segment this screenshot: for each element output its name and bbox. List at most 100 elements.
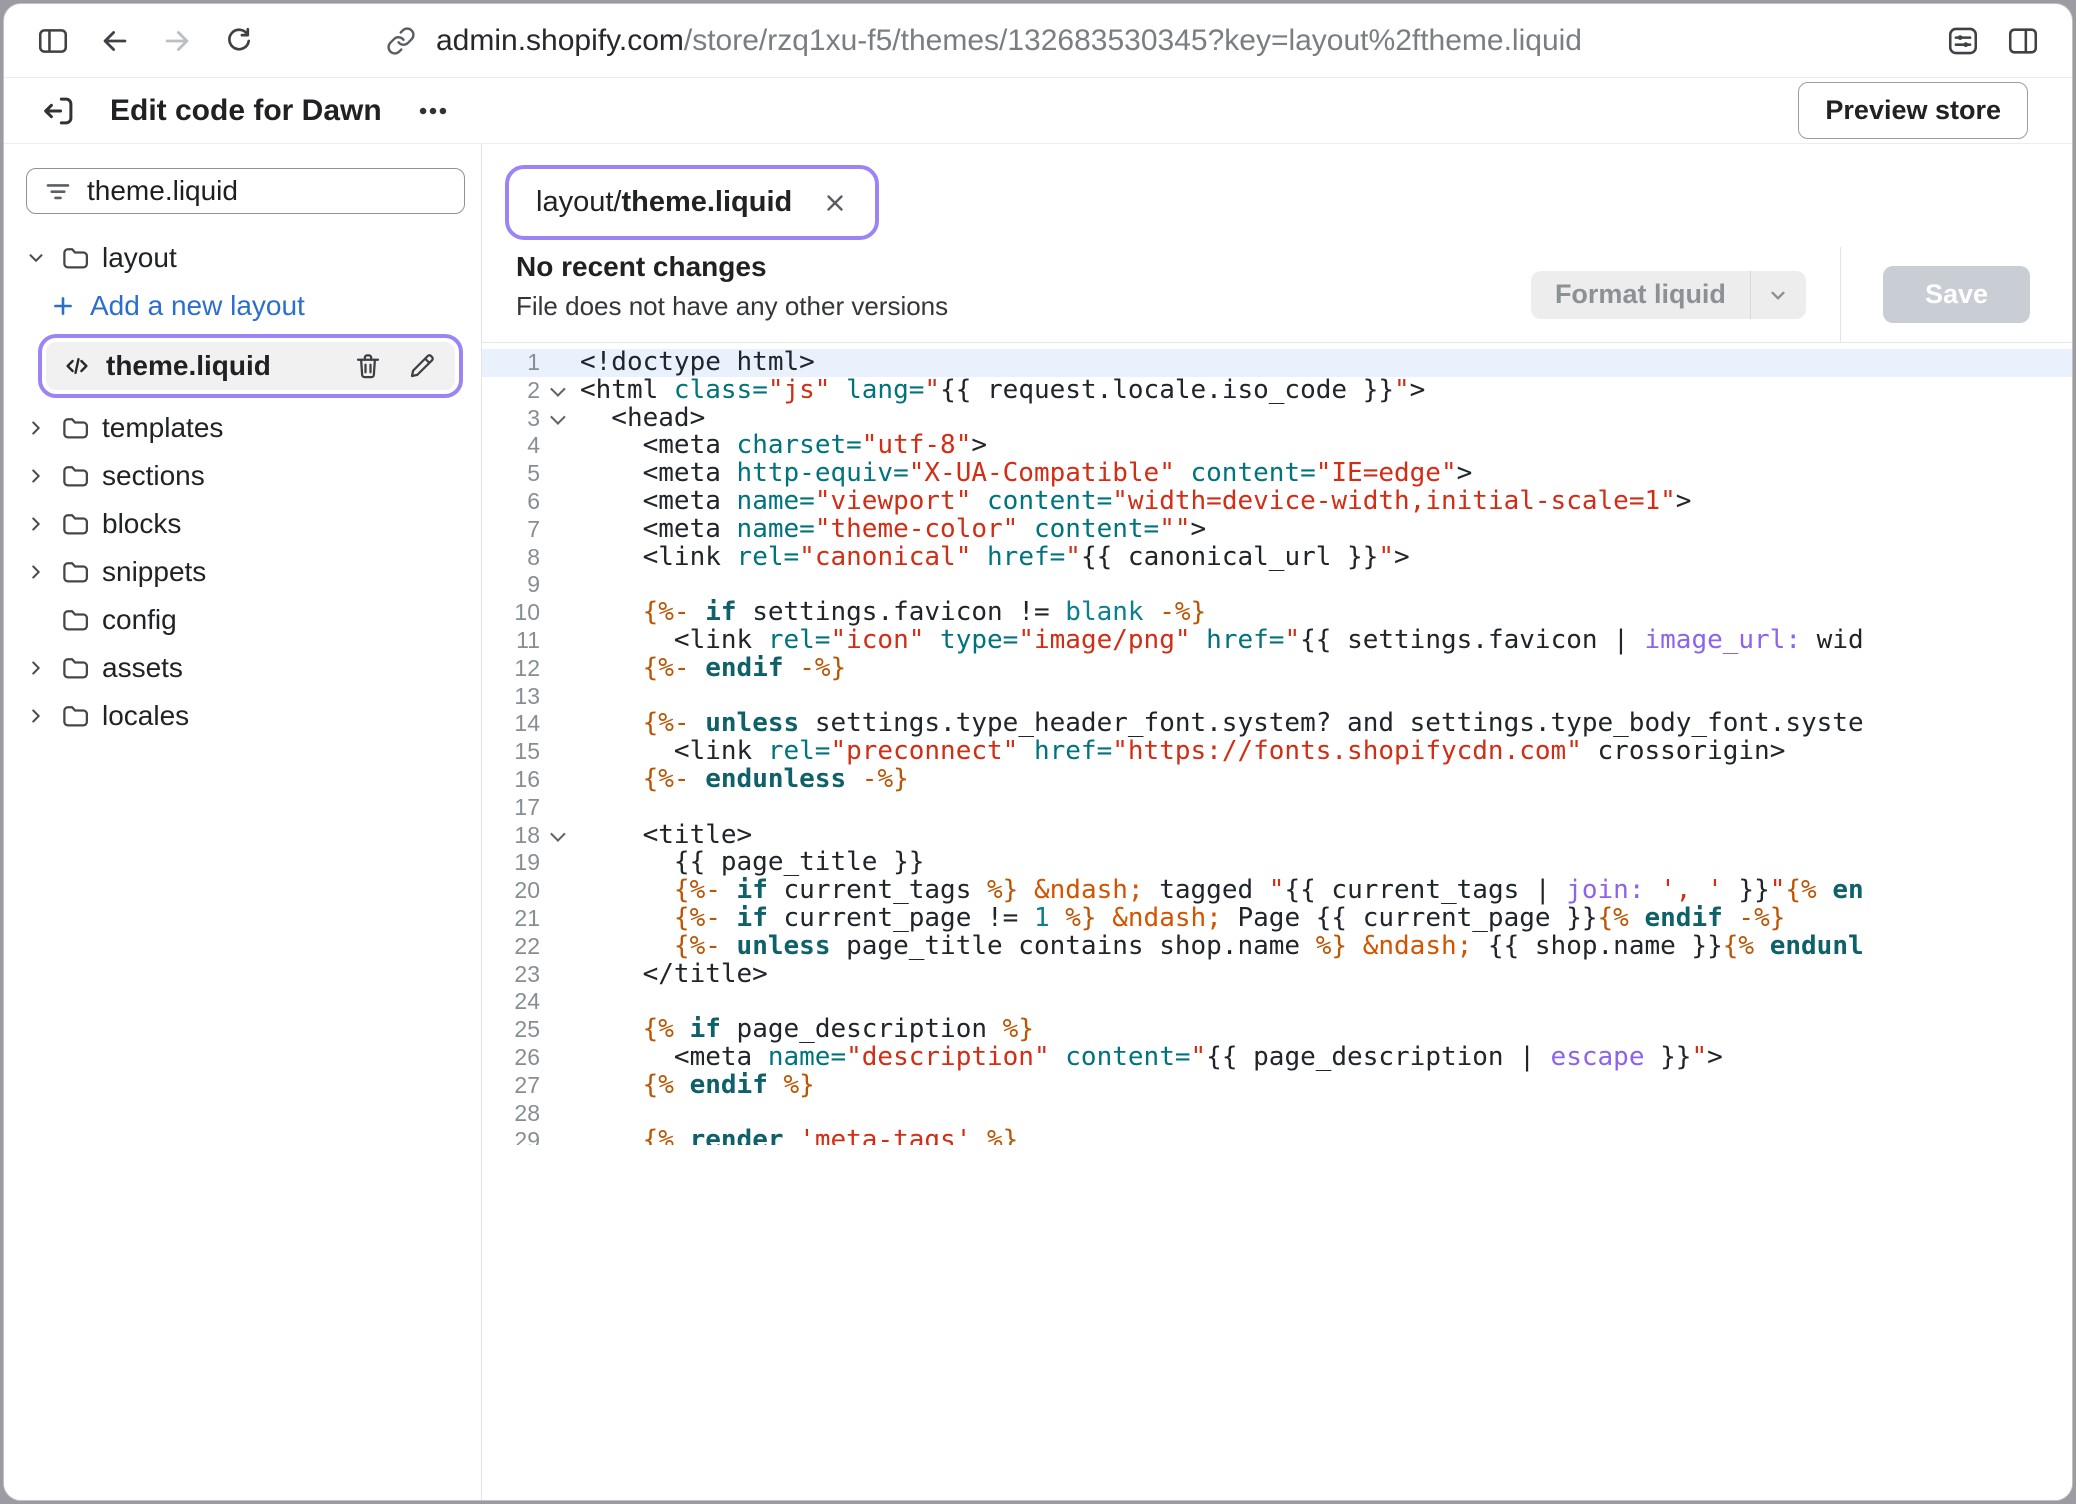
code-token[interactable]: "utf-8" <box>862 430 972 460</box>
code-token[interactable]: > <box>1457 458 1473 488</box>
code-text[interactable]: {% endif %} <box>568 1072 815 1100</box>
code-token[interactable]: {{ page_description | <box>1206 1042 1550 1072</box>
code-token[interactable]: " <box>1378 542 1394 572</box>
code-token[interactable]: "" <box>1159 514 1190 544</box>
code-token[interactable]: > <box>971 430 987 460</box>
code-token[interactable]: {%- <box>674 931 721 961</box>
code-text[interactable]: <html class="js" lang="{{ request.locale… <box>568 377 1425 405</box>
code-token[interactable]: if <box>737 875 768 905</box>
code-token[interactable]: "js" <box>768 375 831 405</box>
chevron-right-icon[interactable] <box>22 561 50 583</box>
code-token[interactable]: page_title contains shop.name <box>830 931 1315 961</box>
code-text[interactable]: {%- if settings.favicon != blank -%} <box>568 599 1206 627</box>
code-token[interactable]: unless <box>705 708 799 738</box>
close-icon[interactable] <box>822 190 848 216</box>
code-token[interactable] <box>924 625 940 655</box>
code-token[interactable]: href= <box>1206 625 1284 655</box>
code-token[interactable]: {%- <box>643 597 690 627</box>
code-token[interactable]: " <box>1065 542 1081 572</box>
chevron-right-icon[interactable] <box>22 465 50 487</box>
code-token[interactable]: > <box>1394 542 1410 572</box>
code-line[interactable]: 25 {% if page_description %} <box>482 1016 2072 1044</box>
forward-icon[interactable] <box>158 22 196 60</box>
code-token[interactable]: {% <box>1598 903 1629 933</box>
code-token[interactable]: wid <box>1801 625 1864 655</box>
code-token[interactable]: > <box>1191 514 1207 544</box>
code-token[interactable] <box>830 375 846 405</box>
code-token[interactable] <box>1018 736 1034 766</box>
code-token[interactable] <box>1144 597 1160 627</box>
code-token[interactable]: name= <box>737 486 815 516</box>
code-token[interactable] <box>846 764 862 794</box>
code-token[interactable] <box>1097 903 1113 933</box>
code-text[interactable]: {%- unless settings.type_header_font.sys… <box>568 710 1864 738</box>
code-token[interactable] <box>580 931 674 961</box>
tree-item-theme-liquid-selected[interactable]: theme.liquid <box>46 342 455 390</box>
code-token[interactable]: > <box>1410 375 1426 405</box>
code-token[interactable]: " <box>1770 875 1786 905</box>
code-line[interactable]: 6 <meta name="viewport" content="width=d… <box>482 488 2072 516</box>
code-token[interactable]: name= <box>737 514 815 544</box>
code-token[interactable] <box>971 1125 987 1145</box>
code-token[interactable]: rel= <box>768 625 831 655</box>
code-token[interactable]: }} <box>1644 1042 1691 1072</box>
code-token[interactable]: if <box>737 903 768 933</box>
code-token[interactable]: <meta <box>580 430 737 460</box>
code-token[interactable]: "image/png" <box>1018 625 1190 655</box>
code-token[interactable]: render <box>690 1125 784 1145</box>
code-token[interactable]: settings.type_header_font.system? and se… <box>799 708 1863 738</box>
code-token[interactable]: endunl <box>1770 931 1864 961</box>
code-line[interactable]: 29 {% render 'meta-tags' %} <box>482 1127 2072 1145</box>
code-token[interactable]: <meta <box>580 486 737 516</box>
code-token[interactable] <box>721 931 737 961</box>
code-line[interactable]: 23 </title> <box>482 961 2072 989</box>
code-token[interactable]: ', ' <box>1660 875 1723 905</box>
code-token[interactable]: </title> <box>580 959 768 989</box>
preview-store-button[interactable]: Preview store <box>1798 82 2028 139</box>
code-token[interactable]: &ndash; <box>1112 903 1222 933</box>
format-liquid-button[interactable]: Format liquid <box>1531 271 1806 319</box>
code-line[interactable]: 20 {%- if current_tags %} &ndash; tagged… <box>482 877 2072 905</box>
code-token[interactable] <box>580 597 643 627</box>
code-token[interactable]: <link <box>580 736 768 766</box>
code-token[interactable] <box>690 653 706 683</box>
code-text[interactable]: </title> <box>568 961 768 989</box>
code-token[interactable]: &ndash; <box>1363 931 1473 961</box>
code-text[interactable]: <!doctype html> <box>568 349 815 377</box>
code-line[interactable]: 12 {%- endif -%} <box>482 655 2072 683</box>
code-token[interactable]: " <box>1394 375 1410 405</box>
code-line[interactable]: 4 <meta charset="utf-8"> <box>482 432 2072 460</box>
code-token[interactable]: rel= <box>768 736 831 766</box>
code-line[interactable]: 7 <meta name="theme-color" content=""> <box>482 516 2072 544</box>
code-token[interactable]: -%} <box>862 764 909 794</box>
code-text[interactable]: <meta charset="utf-8"> <box>568 432 987 460</box>
chevron-down-icon[interactable] <box>1750 271 1806 319</box>
code-token[interactable]: current_tags <box>768 875 987 905</box>
fold-toggle-icon[interactable] <box>544 405 568 433</box>
code-token[interactable]: "icon" <box>830 625 924 655</box>
code-token[interactable]: name= <box>768 1042 846 1072</box>
code-token[interactable]: " <box>1691 1042 1707 1072</box>
reload-icon[interactable] <box>220 22 258 60</box>
code-token[interactable] <box>580 653 643 683</box>
code-line[interactable]: 21 {%- if current_page != 1 %} &ndash; P… <box>482 905 2072 933</box>
code-line[interactable]: 13 <box>482 683 2072 711</box>
code-line[interactable]: 2<html class="js" lang="{{ request.local… <box>482 377 2072 405</box>
code-token[interactable] <box>1191 625 1207 655</box>
code-token[interactable]: content= <box>1065 1042 1190 1072</box>
more-actions-icon[interactable] <box>414 92 452 130</box>
tree-item-config[interactable]: config <box>4 596 481 644</box>
code-token[interactable]: "canonical" <box>799 542 971 572</box>
code-token[interactable]: "width=device-width,initial-scale=1" <box>1112 486 1676 516</box>
code-token[interactable] <box>1050 903 1066 933</box>
code-text[interactable]: <link rel="preconnect" href="https://fon… <box>568 738 1785 766</box>
code-token[interactable] <box>1629 903 1645 933</box>
code-token[interactable]: href= <box>987 542 1065 572</box>
code-token[interactable]: "viewport" <box>815 486 972 516</box>
code-token[interactable]: " <box>1191 1042 1207 1072</box>
code-line[interactable]: 3 <head> <box>482 405 2072 433</box>
code-token[interactable] <box>1175 458 1191 488</box>
code-token[interactable]: {{ shop.name }} <box>1472 931 1722 961</box>
tab-theme-liquid[interactable]: layout/theme.liquid <box>514 174 870 231</box>
code-text[interactable]: {%- unless page_title contains shop.name… <box>568 933 1864 961</box>
